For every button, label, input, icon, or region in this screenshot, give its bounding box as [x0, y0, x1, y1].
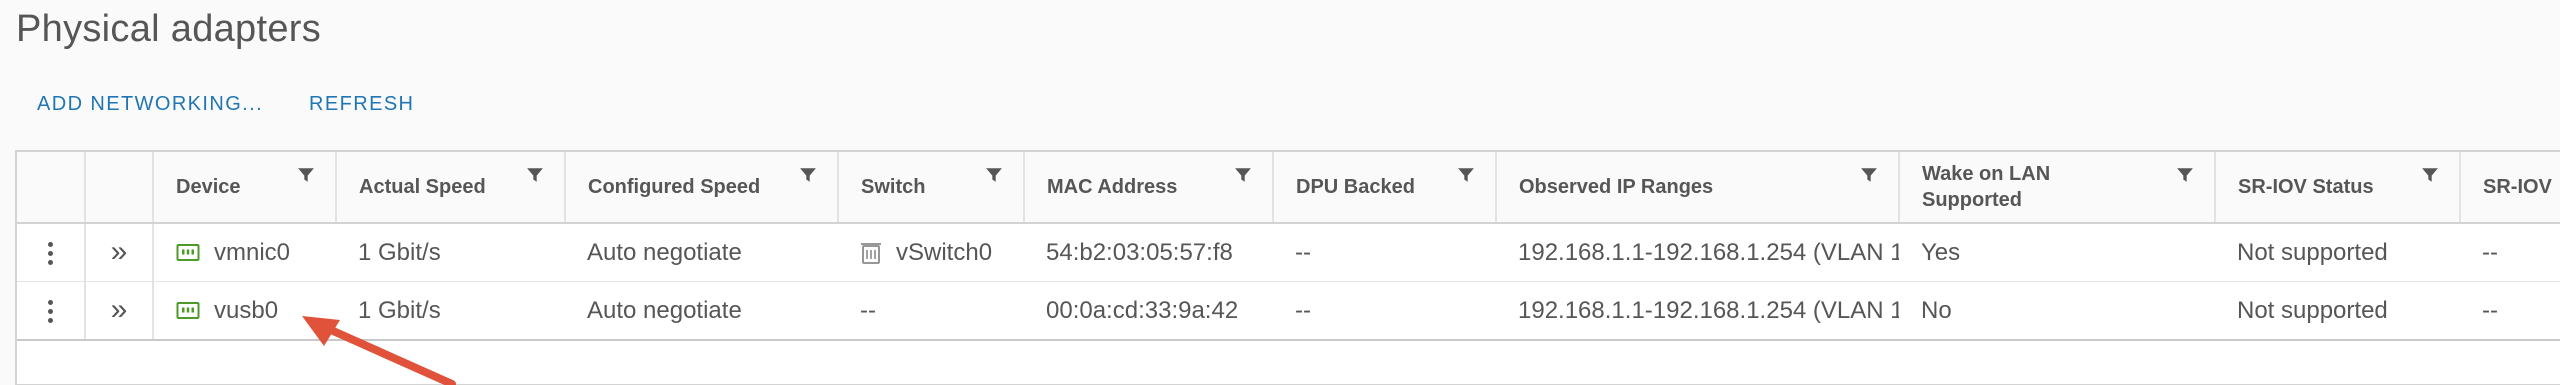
refresh-button[interactable]: REFRESH [309, 93, 414, 116]
sr-iov-cell: -- [2460, 281, 2560, 341]
filter-icon[interactable] [799, 166, 817, 184]
filter-icon[interactable] [985, 166, 1003, 184]
sr-iov-cell: -- [2460, 223, 2560, 282]
mac-address-cell: 54:b2:03:05:57:f8 [1024, 223, 1273, 282]
row-expand-cell: » [85, 223, 154, 282]
column-label-observed-ip-ranges: Observed IP Ranges [1519, 176, 1714, 198]
sr-iov-status-cell: Not supported [2215, 281, 2460, 341]
annotation-arrow [302, 316, 456, 385]
filter-icon[interactable] [2176, 166, 2194, 184]
add-networking-button[interactable]: ADD NETWORKING... [37, 93, 263, 116]
toolbar: ADD NETWORKING... REFRESH [37, 93, 414, 116]
column-header-dpu-backed[interactable]: DPU Backed [1273, 152, 1497, 224]
column-label-device: Device [176, 176, 241, 198]
column-label-actual-speed: Actual Speed [359, 176, 486, 198]
table-row[interactable]: » vmnic0 1 Gbit/s Auto negotiate vSwitch… [17, 223, 2560, 282]
column-label-configured-speed: Configured Speed [588, 176, 761, 198]
column-label-sr-iov: SR-IOV [2483, 176, 2552, 198]
switch-cell: -- [838, 281, 1024, 341]
header-row: Device Actual Speed Configured Speed Swi… [17, 152, 2560, 224]
row-actions-cell [17, 281, 86, 341]
physical-adapters-page: Physical adapters ADD NETWORKING... REFR… [0, 0, 2560, 385]
column-header-configured-speed[interactable]: Configured Speed [565, 152, 839, 224]
expand-row-icon[interactable]: » [111, 235, 128, 268]
column-label-dpu-backed: DPU Backed [1296, 176, 1415, 198]
device-cell: vmnic0 [153, 223, 336, 282]
dpu-backed-cell: -- [1273, 281, 1496, 341]
more-actions-icon[interactable] [48, 241, 53, 265]
filter-icon[interactable] [2421, 166, 2439, 184]
device-name: vmnic0 [214, 238, 291, 266]
row-expand-cell: » [85, 281, 154, 341]
more-actions-icon[interactable] [48, 299, 53, 323]
switch-name: vSwitch0 [896, 238, 993, 266]
sr-iov-status-cell: Not supported [2215, 223, 2460, 282]
switch-cell: vSwitch0 [838, 223, 1024, 282]
wake-on-lan-cell: No [1899, 281, 2215, 341]
column-header-sr-iov-status[interactable]: SR-IOV Status [2215, 152, 2461, 224]
column-header-device[interactable]: Device [153, 152, 337, 224]
column-header-observed-ip-ranges[interactable]: Observed IP Ranges [1496, 152, 1900, 224]
column-label-sr-iov-status: SR-IOV Status [2238, 176, 2374, 198]
virtual-switch-icon [861, 242, 881, 264]
column-header-switch[interactable]: Switch [838, 152, 1025, 224]
filter-icon[interactable] [297, 166, 315, 184]
observed-ip-cell: 192.168.1.1-192.168.1.254 (VLAN 1) [1496, 281, 1899, 341]
expand-row-icon[interactable]: » [111, 293, 128, 326]
configured-speed-cell: Auto negotiate [565, 281, 838, 341]
column-label-mac-address: MAC Address [1047, 176, 1178, 198]
column-header-expand [85, 152, 154, 224]
column-label-switch: Switch [861, 176, 926, 198]
row-actions-cell [17, 223, 86, 282]
column-label-wake-on-lan: Wake on LAN Supported [1922, 163, 2051, 211]
filter-icon[interactable] [1234, 166, 1252, 184]
column-header-actions [17, 152, 86, 224]
column-header-wake-on-lan[interactable]: Wake on LAN Supported [1899, 152, 2216, 224]
column-header-mac-address[interactable]: MAC Address [1024, 152, 1274, 224]
filter-icon[interactable] [1457, 166, 1475, 184]
configured-speed-cell: Auto negotiate [565, 223, 838, 282]
mac-address-cell: 00:0a:cd:33:9a:42 [1024, 281, 1273, 341]
dpu-backed-cell: -- [1273, 223, 1496, 282]
filter-icon[interactable] [526, 166, 544, 184]
column-header-sr-iov[interactable]: SR-IOV [2460, 152, 2560, 224]
column-header-actual-speed[interactable]: Actual Speed [336, 152, 566, 224]
device-name: vusb0 [214, 296, 279, 324]
wake-on-lan-cell: Yes [1899, 223, 2215, 282]
actual-speed-cell: 1 Gbit/s [336, 223, 565, 282]
observed-ip-cell: 192.168.1.1-192.168.1.254 (VLAN 1) [1496, 223, 1899, 282]
page-title: Physical adapters [16, 8, 322, 50]
filter-icon[interactable] [1860, 166, 1878, 184]
network-adapter-icon [176, 301, 200, 319]
network-adapter-icon [176, 243, 200, 261]
